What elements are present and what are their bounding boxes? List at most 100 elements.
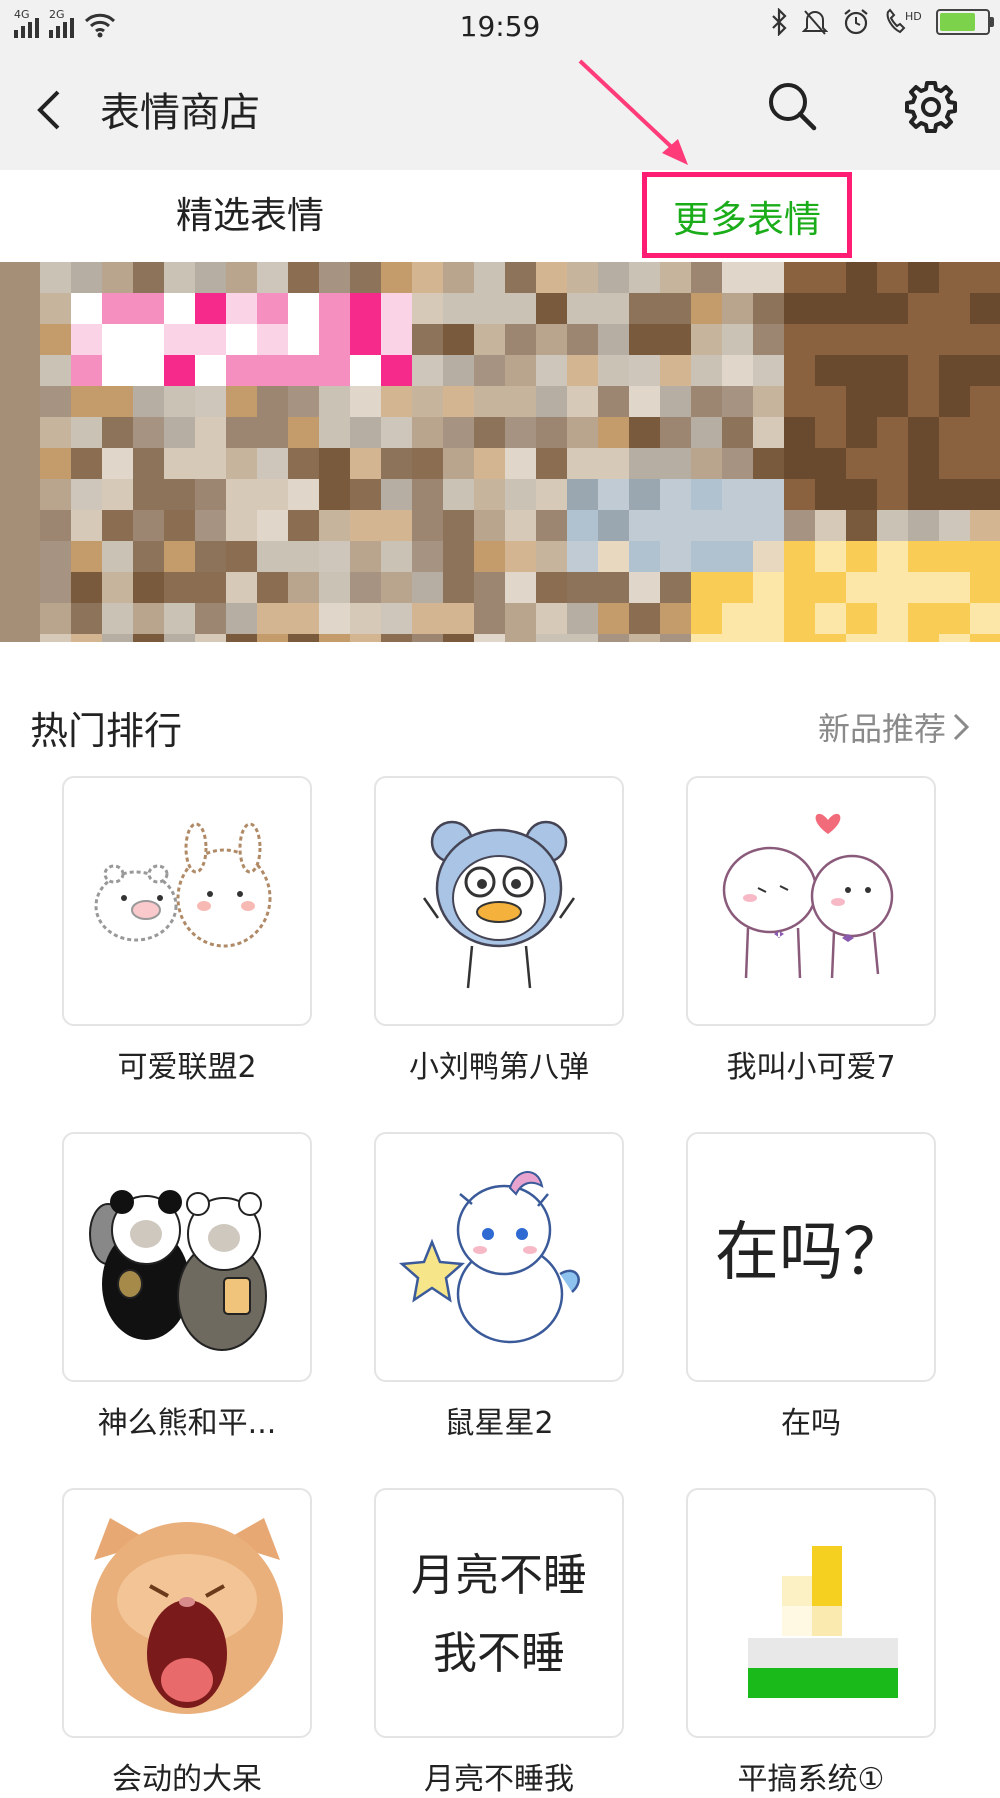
banner-pixel xyxy=(102,479,133,510)
banner-pixel xyxy=(288,572,319,603)
banner-pixel xyxy=(102,603,133,634)
banner-pixel xyxy=(505,603,536,634)
banner-pixel xyxy=(877,541,908,572)
search-icon[interactable] xyxy=(766,80,818,132)
banner-pixel xyxy=(567,634,598,642)
banner-pixel xyxy=(412,355,443,386)
banner-pixel xyxy=(846,541,877,572)
banner-pixel xyxy=(474,479,505,510)
bell-off-icon xyxy=(802,10,828,35)
banner-pixel xyxy=(536,448,567,479)
banner-pixel xyxy=(908,634,939,642)
banner-pixel xyxy=(753,634,784,642)
banner-pixel xyxy=(505,417,536,448)
status-bar: 4G 2G 19:59 HD xyxy=(0,0,1000,52)
sticker-item[interactable]: 我叫小可爱7 xyxy=(686,776,936,1086)
sticker-item[interactable]: 神么熊和平... xyxy=(62,1132,312,1442)
banner-pixel xyxy=(753,572,784,603)
banner-pixel xyxy=(164,293,195,324)
banner-pixel xyxy=(505,541,536,572)
banner-pixel xyxy=(846,572,877,603)
banner-pixel xyxy=(939,634,970,642)
banner-pixel xyxy=(629,324,660,355)
banner-pixel xyxy=(722,510,753,541)
tab-more-stickers[interactable]: 更多表情 xyxy=(642,172,852,258)
bluetooth-icon xyxy=(772,8,787,36)
sticker-item[interactable]: 小刘鸭第八弹 xyxy=(374,776,624,1086)
banner-pixel xyxy=(257,634,288,642)
banner-pixel xyxy=(226,262,257,293)
sticker-name: 平搞系统① xyxy=(737,1762,885,1797)
sticker-thumb xyxy=(686,1488,936,1738)
banner-pixel xyxy=(381,293,412,324)
banner-pixel xyxy=(753,355,784,386)
banner-pixel xyxy=(319,417,350,448)
sticker-item[interactable]: 鼠星星2 xyxy=(374,1132,624,1442)
banner-pixel xyxy=(226,386,257,417)
banner-pixel xyxy=(381,572,412,603)
banner-pixel xyxy=(381,603,412,634)
banner-pixel xyxy=(40,541,71,572)
banner-pixel xyxy=(319,293,350,324)
banner-pixel xyxy=(877,417,908,448)
banner-pixel xyxy=(846,262,877,293)
banner-pixel xyxy=(505,324,536,355)
sticker-item[interactable]: 平搞系统① xyxy=(686,1488,936,1798)
art-line-1: 月亮不睡 xyxy=(411,1550,587,1601)
banner-pixel xyxy=(691,448,722,479)
banner-pixel xyxy=(474,355,505,386)
banner-pixel xyxy=(722,479,753,510)
sticker-item[interactable]: 会动的大呆 xyxy=(62,1488,312,1798)
banner-pixel xyxy=(319,510,350,541)
banner-pixel xyxy=(412,262,443,293)
banner-pixel xyxy=(164,603,195,634)
banner-pixel xyxy=(71,448,102,479)
gear-icon[interactable] xyxy=(904,80,958,134)
banner-pixel xyxy=(40,603,71,634)
sticker-item[interactable]: 可爱联盟2 xyxy=(62,776,312,1086)
banner-pixel xyxy=(815,634,846,642)
banner-pixel xyxy=(381,634,412,642)
banner-pixel xyxy=(350,634,381,642)
banner-pixel xyxy=(970,324,1000,355)
banner-pixel xyxy=(133,510,164,541)
banner-edge xyxy=(0,262,40,642)
banner-pixel xyxy=(660,262,691,293)
banner-pixel xyxy=(939,572,970,603)
banner-pixel xyxy=(908,603,939,634)
banner-pixel xyxy=(753,324,784,355)
sticker-name: 可爱联盟2 xyxy=(117,1050,257,1085)
banner-pixel xyxy=(164,386,195,417)
banner-pixel xyxy=(660,448,691,479)
banner-pixel xyxy=(40,479,71,510)
banner-pixel xyxy=(288,293,319,324)
banner-pixel xyxy=(102,448,133,479)
banner-pixel xyxy=(102,355,133,386)
banner-pixel xyxy=(784,355,815,386)
banner-pixel xyxy=(381,262,412,293)
sticker-thumb xyxy=(374,1132,624,1382)
banner-pixel xyxy=(443,324,474,355)
banner-pixel xyxy=(102,541,133,572)
banner-pixel xyxy=(505,448,536,479)
banner-pixel xyxy=(133,479,164,510)
banner-pixel xyxy=(784,603,815,634)
promo-banner[interactable] xyxy=(0,262,1000,642)
chevron-left-icon[interactable] xyxy=(28,88,72,132)
sticker-item[interactable]: 月亮不睡 我不睡 月亮不睡我 xyxy=(374,1488,624,1798)
sticker-item[interactable]: 在吗？ 在吗 xyxy=(686,1132,936,1442)
banner-pixel xyxy=(226,324,257,355)
banner-pixel xyxy=(350,386,381,417)
banner-pixel xyxy=(412,634,443,642)
banner-pixel xyxy=(877,603,908,634)
banner-pixel xyxy=(815,324,846,355)
tab-featured[interactable]: 精选表情 xyxy=(60,170,440,262)
banner-pixel xyxy=(133,386,164,417)
banner-pixel xyxy=(846,293,877,324)
banner-pixel xyxy=(474,293,505,324)
new-recommend-link[interactable]: 新品推荐 xyxy=(818,704,970,750)
svg-text:HD: HD xyxy=(905,10,922,23)
banner-pixel xyxy=(629,603,660,634)
banner-pixel xyxy=(660,479,691,510)
banner-pixel xyxy=(970,479,1000,510)
